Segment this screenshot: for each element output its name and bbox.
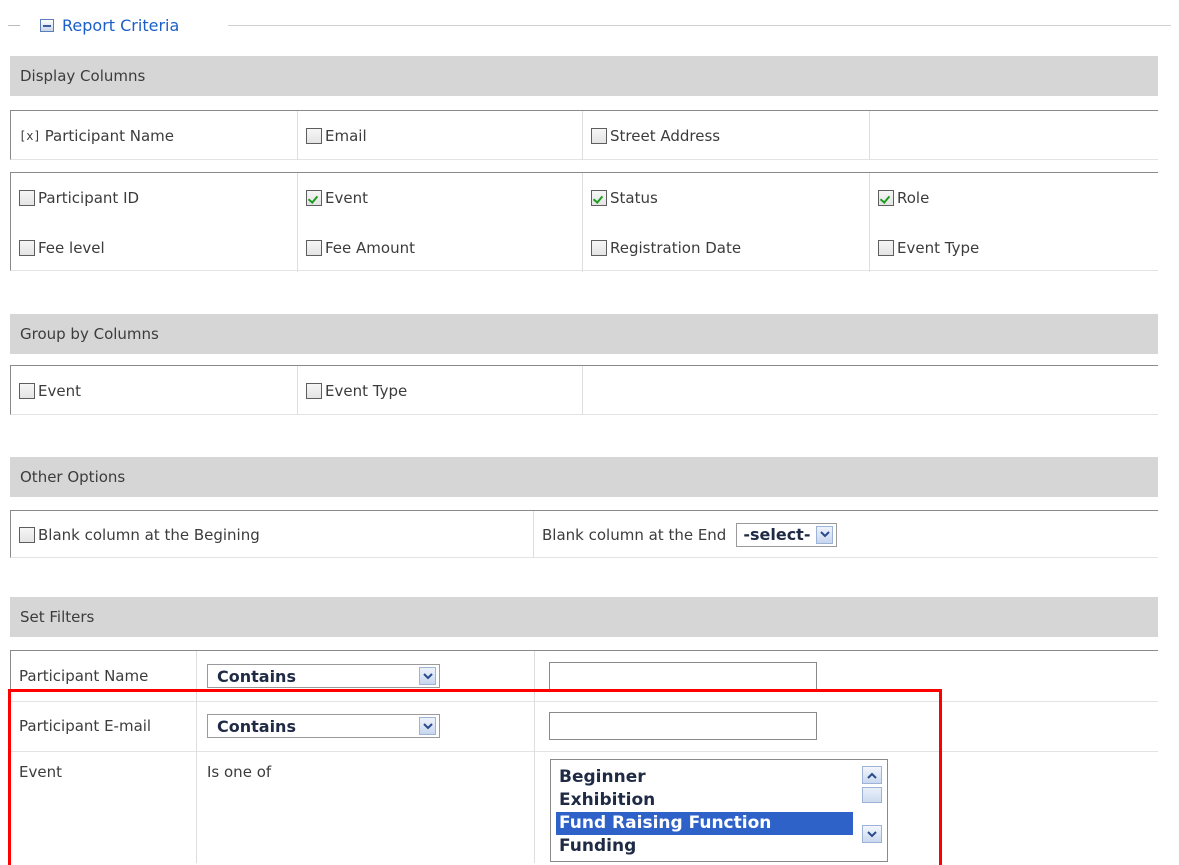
participant-name-required: [x] Participant Name xyxy=(11,111,298,160)
scroll-thumb[interactable] xyxy=(862,787,882,803)
fee-level-checkbox[interactable] xyxy=(19,239,35,256)
participant-email-filter-text: Participant E-mail xyxy=(19,717,152,735)
display-column-fee-amount[interactable]: Fee Amount xyxy=(298,223,583,272)
status-label: Status xyxy=(610,189,658,207)
chevron-down-icon[interactable] xyxy=(419,717,436,735)
display-column-email[interactable]: Email xyxy=(298,111,583,160)
participant-name-filter-label: Participant Name xyxy=(11,651,197,701)
other-options-box: Blank column at the Begining Blank colum… xyxy=(10,510,1158,558)
list-item[interactable]: Funding xyxy=(556,835,853,858)
event-operator-text: Is one of xyxy=(207,763,272,781)
blank-column-begin-label: Blank column at the Begining xyxy=(38,525,260,544)
group-by-event-type-checkbox[interactable] xyxy=(306,382,322,399)
group-by-event-type[interactable]: Event Type xyxy=(298,366,583,415)
display-column-status[interactable]: Status xyxy=(583,173,870,223)
event-type-checkbox[interactable] xyxy=(878,239,894,256)
report-criteria-legend[interactable]: Report Criteria xyxy=(24,14,179,36)
participant-name-operator-value: Contains xyxy=(217,666,296,686)
participant-name-filter-text: Participant Name xyxy=(19,667,149,685)
participant-email-operator-value: Contains xyxy=(217,716,296,736)
event-checkbox[interactable] xyxy=(306,190,322,206)
participant-name-input[interactable] xyxy=(549,662,817,690)
group-by-columns-header: Group by Columns xyxy=(10,314,1158,354)
collapse-icon[interactable] xyxy=(40,18,54,32)
blank-column-end-select[interactable]: -select- xyxy=(736,522,838,547)
registration-date-label: Registration Date xyxy=(610,238,742,257)
participant-id-label: Participant ID xyxy=(38,189,140,207)
chevron-down-icon[interactable] xyxy=(862,825,882,843)
participant-name-value-cell xyxy=(535,651,1158,701)
participant-email-value-cell xyxy=(535,701,1158,751)
list-item-selected[interactable]: Fund Raising Function xyxy=(556,812,853,835)
display-columns-options-box: Participant ID Event Status Role Fee lev… xyxy=(10,172,1158,272)
other-options-header: Other Options xyxy=(10,457,1158,497)
group-by-event-type-label: Event Type xyxy=(325,381,408,400)
role-checkbox[interactable] xyxy=(878,190,894,206)
fee-level-label: Fee level xyxy=(38,238,105,257)
blank-column-begin-checkbox[interactable] xyxy=(19,526,35,543)
registration-date-checkbox[interactable] xyxy=(591,239,607,256)
fieldset-border-right xyxy=(228,25,1171,26)
fieldset-border-left xyxy=(8,25,20,26)
display-columns-required-box: [x] Participant Name Email Street Addres… xyxy=(10,110,1158,160)
fee-amount-checkbox[interactable] xyxy=(306,239,322,256)
participant-email-filter-label: Participant E-mail xyxy=(11,701,197,751)
email-checkbox[interactable] xyxy=(306,127,322,144)
participant-name-operator-select[interactable]: Contains xyxy=(207,664,440,688)
group-by-event[interactable]: Event xyxy=(11,366,298,415)
blank-column-end-value: -select- xyxy=(743,525,811,544)
event-filter-text: Event xyxy=(19,763,62,781)
list-item[interactable]: Exhibition xyxy=(556,789,853,812)
chevron-down-icon[interactable] xyxy=(816,525,834,544)
event-operator-cell: Is one of xyxy=(197,751,535,863)
group-by-columns-title: Group by Columns xyxy=(20,325,159,343)
group-by-event-label: Event xyxy=(38,381,81,400)
display-columns-title: Display Columns xyxy=(20,67,146,85)
participant-email-input[interactable] xyxy=(549,712,817,740)
set-filters-header: Set Filters xyxy=(10,597,1158,637)
group-by-event-checkbox[interactable] xyxy=(19,382,35,399)
participant-id-checkbox[interactable] xyxy=(19,190,35,206)
display-column-street-address[interactable]: Street Address xyxy=(583,111,870,160)
display-column-participant-id[interactable]: Participant ID xyxy=(11,173,298,223)
event-label: Event xyxy=(325,189,368,207)
street-address-checkbox[interactable] xyxy=(591,127,607,144)
participant-name-operator-cell: Contains xyxy=(197,651,535,701)
email-label: Email xyxy=(325,126,367,145)
report-criteria-title[interactable]: Report Criteria xyxy=(62,16,179,35)
list-item[interactable]: Beginner xyxy=(556,766,853,789)
participant-email-operator-select[interactable]: Contains xyxy=(207,714,440,738)
event-multiselect[interactable]: Beginner Exhibition Fund Raising Functio… xyxy=(550,759,888,862)
display-column-fee-level[interactable]: Fee level xyxy=(11,223,298,272)
blank-column-end-label: Blank column at the End xyxy=(542,525,727,544)
group-by-box: Event Event Type xyxy=(10,365,1158,415)
status-checkbox[interactable] xyxy=(591,190,607,206)
event-type-label: Event Type xyxy=(897,238,980,257)
fee-amount-label: Fee Amount xyxy=(325,238,415,257)
empty-cell xyxy=(870,111,1158,160)
blank-column-begin[interactable]: Blank column at the Begining xyxy=(11,511,534,558)
required-flag: [x] xyxy=(19,128,41,143)
display-column-registration-date[interactable]: Registration Date xyxy=(583,223,870,272)
blank-column-end: Blank column at the End -select- xyxy=(534,511,1158,558)
street-address-label: Street Address xyxy=(610,126,721,145)
role-label: Role xyxy=(897,189,930,207)
set-filters-title: Set Filters xyxy=(20,608,95,626)
display-column-event[interactable]: Event xyxy=(298,173,583,223)
event-list-scrollbar[interactable] xyxy=(862,766,884,861)
empty-cell xyxy=(583,366,1158,415)
required-column-label: Participant Name xyxy=(44,126,175,145)
chevron-down-icon[interactable] xyxy=(419,667,436,685)
other-options-title: Other Options xyxy=(20,468,126,486)
chevron-up-icon[interactable] xyxy=(862,766,882,784)
participant-email-operator-cell: Contains xyxy=(197,701,535,751)
display-columns-header: Display Columns xyxy=(10,56,1158,96)
display-column-event-type[interactable]: Event Type xyxy=(870,223,1158,272)
display-column-role[interactable]: Role xyxy=(870,173,1158,223)
event-options-list: Beginner Exhibition Fund Raising Functio… xyxy=(556,766,853,858)
event-filter-label: Event xyxy=(11,751,197,863)
